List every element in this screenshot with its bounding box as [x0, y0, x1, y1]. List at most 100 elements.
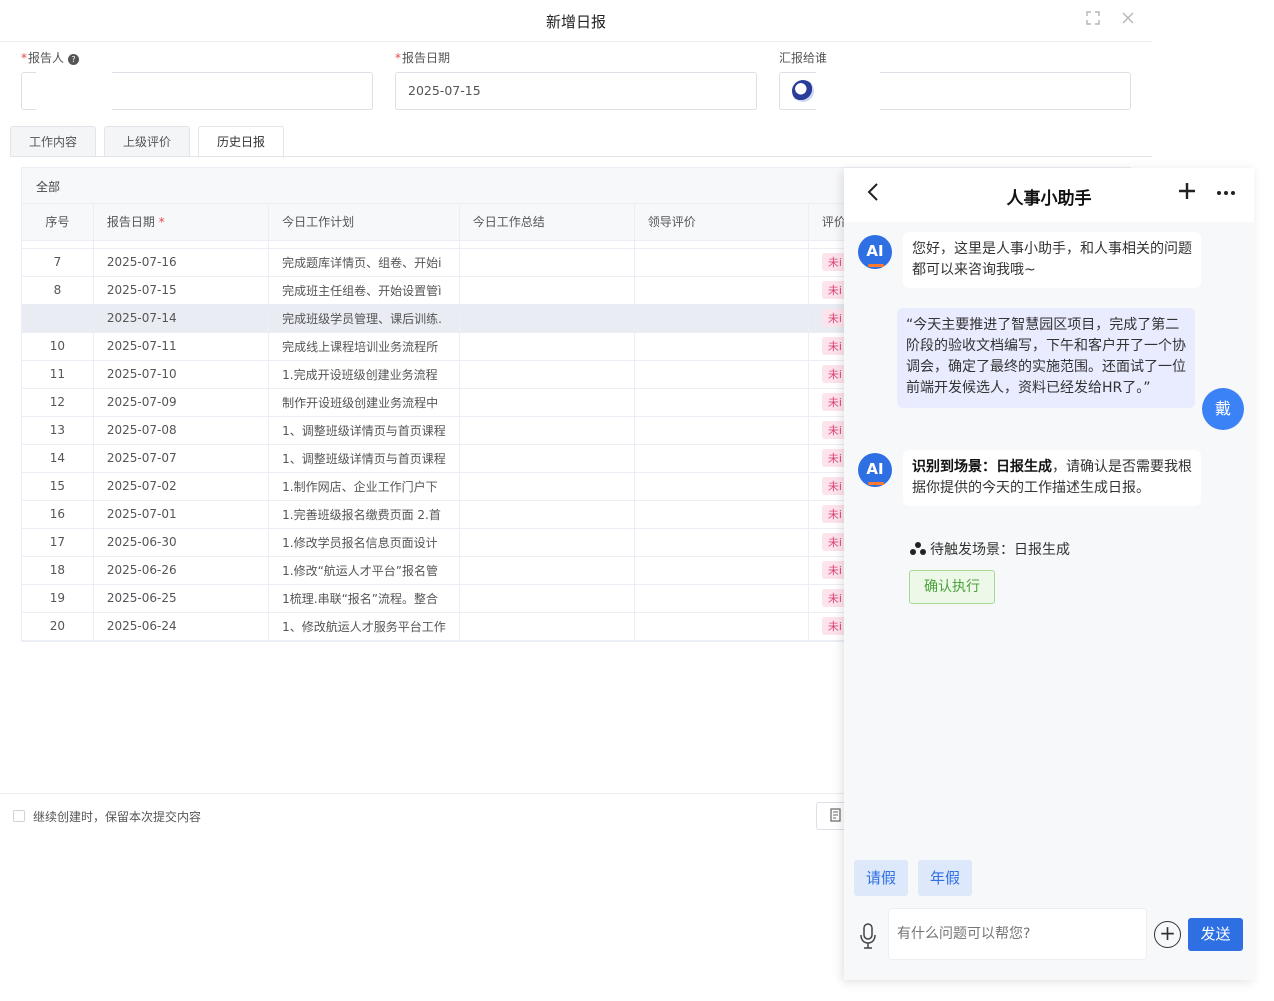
row-no: 7: [22, 248, 94, 277]
row-no: 11: [22, 360, 94, 389]
row-plan: 1梳理.串联“报名”流程。整合: [268, 584, 460, 613]
help-icon[interactable]: ?: [68, 54, 80, 65]
quick-action-annual-leave[interactable]: 年假: [918, 860, 973, 896]
confirm-execute-button[interactable]: 确认执行: [909, 570, 995, 604]
row-no: 17: [22, 528, 94, 557]
col-header-date[interactable]: 报告日期 *: [93, 204, 270, 241]
row-plan: 1、调整班级详情页与首页课程: [268, 444, 460, 473]
col-header-no: 序号: [22, 204, 94, 241]
row-plan: 完成班主任组卷、开始设置管ì: [268, 276, 460, 305]
draft-icon: [830, 808, 841, 822]
row-summary: [459, 360, 635, 389]
row-review: [634, 304, 809, 333]
row-plan: 1.制作网店、企业工作门户下: [268, 472, 460, 501]
row-date: 2025-07-09: [93, 388, 270, 417]
send-button[interactable]: 发送: [1188, 918, 1243, 951]
tab-superior-review[interactable]: 上级评价: [104, 126, 191, 157]
row-summary: [459, 556, 635, 585]
row-no: 20: [22, 612, 94, 641]
keep-content-label: 继续创建时，保留本次提交内容: [33, 810, 202, 824]
report-date-field[interactable]: 2025-07-15: [395, 72, 757, 110]
row-summary: [459, 612, 635, 641]
row-date: 2025-07-08: [93, 416, 270, 445]
fullscreen-icon[interactable]: [1084, 11, 1102, 29]
tab-divider: [10, 156, 1152, 157]
tab-work-content[interactable]: 工作内容: [10, 126, 97, 157]
more-icon[interactable]: [1216, 180, 1236, 201]
row-summary: [459, 388, 635, 417]
row-no: 12: [22, 388, 94, 417]
row-summary: [459, 332, 635, 361]
row-summary: [459, 248, 635, 277]
row-no: 13: [22, 416, 94, 445]
ai-avatar: AI: [858, 235, 892, 269]
tab-bar: 工作内容 上级评价 历史日报: [10, 126, 292, 158]
row-review: [634, 388, 809, 417]
new-chat-icon[interactable]: [1178, 178, 1196, 206]
row-review: [634, 500, 809, 529]
row-review: [634, 276, 809, 305]
row-no: 10: [22, 332, 94, 361]
row-review: [634, 584, 809, 613]
row-plan: 1.修改学员报名信息页面设计: [268, 528, 460, 557]
report-date-label: *报告日期: [395, 51, 451, 65]
reporter-label: *报告人?: [21, 49, 80, 66]
row-summary: [459, 472, 635, 501]
close-icon[interactable]: [1119, 11, 1137, 29]
avatar: [792, 80, 814, 102]
col-header-review: 领导评价: [634, 204, 809, 241]
row-date: 2025-07-02: [93, 472, 270, 501]
row-date: 2025-07-01: [93, 500, 270, 529]
row-summary: [459, 416, 635, 445]
row-date: 2025-07-15: [93, 276, 270, 305]
row-no: 18: [22, 556, 94, 585]
row-review: [634, 360, 809, 389]
row-review: [634, 416, 809, 445]
row-review: [634, 528, 809, 557]
row-plan: 1.完善班级报名缴费页面 2.首: [268, 500, 460, 529]
quick-action-leave[interactable]: 请假: [854, 860, 909, 896]
row-plan: 完成题库详情页、组卷、开始i: [268, 248, 460, 277]
message-input[interactable]: [888, 908, 1147, 960]
modal-header: 新增日报: [0, 0, 1152, 42]
microphone-icon[interactable]: [860, 923, 876, 949]
row-date: 2025-07-16: [93, 248, 270, 277]
row-plan: 1、调整班级详情页与首页课程: [268, 416, 460, 445]
row-plan: 完成班级学员管理、课后训练.: [268, 304, 460, 333]
row-summary: [459, 276, 635, 305]
attach-plus-icon[interactable]: +: [1154, 921, 1181, 948]
row-no: 8: [22, 276, 94, 305]
row-date: 2025-06-24: [93, 612, 270, 641]
bot-greeting-message: 您好，这里是人事小助手，和人事相关的问题都可以来咨询我哦~: [903, 232, 1201, 288]
row-date: 2025-07-07: [93, 444, 270, 473]
row-no: [22, 304, 94, 333]
row-summary: [459, 444, 635, 473]
pending-scene: 待触发场景：日报生成: [910, 539, 1070, 559]
row-date: 2025-06-30: [93, 528, 270, 557]
row-plan: 制作开设班级创建业务流程中: [268, 388, 460, 417]
row-date: 2025-06-26: [93, 556, 270, 585]
row-summary: [459, 584, 635, 613]
row-review: [634, 332, 809, 361]
row-plan: 1、修改航运人才服务平台工作: [268, 612, 460, 641]
keep-content-checkbox[interactable]: [13, 810, 25, 822]
hr-assistant-panel: 人事小助手 AI 您好，这里是人事小助手，和人事相关的问题都可以来咨询我哦~ “…: [844, 168, 1254, 980]
redacted-area: [816, 70, 880, 112]
row-review: [634, 472, 809, 501]
row-no: 14: [22, 444, 94, 473]
tab-history-reports[interactable]: 历史日报: [198, 126, 285, 158]
row-review: [634, 444, 809, 473]
row-no: 15: [22, 472, 94, 501]
user-message: “今天主要推进了智慧园区项目，完成了第二阶段的验收文档编写，下午和客户开了一个协…: [897, 308, 1195, 408]
row-date: 2025-06-25: [93, 584, 270, 613]
row-no: 16: [22, 500, 94, 529]
row-review: [634, 612, 809, 641]
row-date: 2025-07-10: [93, 360, 270, 389]
col-header-summary: 今日工作总结: [459, 204, 635, 241]
row-summary: [459, 528, 635, 557]
modal-title: 新增日报: [545, 13, 606, 31]
row-date: 2025-07-11: [93, 332, 270, 361]
scene-nodes-icon: [910, 542, 926, 556]
row-plan: 1.完成开设班级创建业务流程: [268, 360, 460, 389]
redacted-area: [36, 66, 112, 114]
